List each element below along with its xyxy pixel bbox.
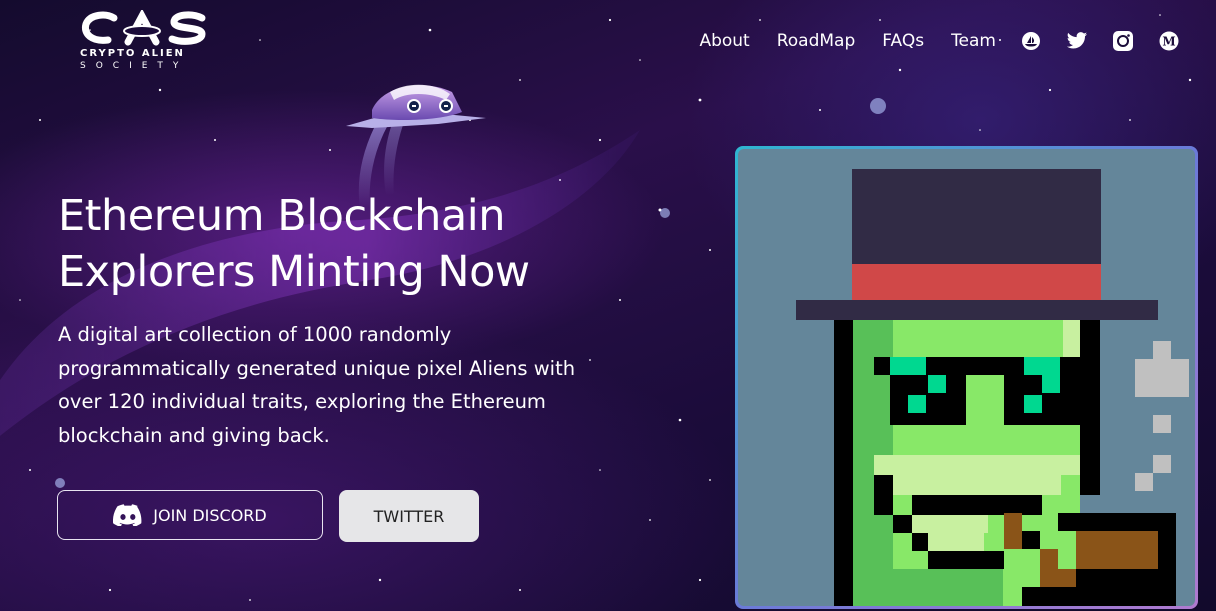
instagram-icon[interactable]	[1112, 30, 1134, 52]
twitter-button[interactable]: TWITTER	[339, 490, 479, 542]
medium-icon[interactable]: M	[1158, 30, 1180, 52]
alien-pixel-art	[738, 149, 1195, 606]
join-discord-label: JOIN DISCORD	[153, 505, 267, 525]
cas-logo-mark	[81, 10, 206, 46]
hero-headline: Ethereum Blockchain Explorers Minting No…	[58, 188, 658, 300]
hero-headline-line2: Explorers Minting Now	[58, 247, 530, 297]
svg-text:M: M	[1162, 35, 1175, 49]
brand-logo[interactable]: CRYPTO ALIEN SOCIETY	[78, 10, 212, 74]
twitter-icon[interactable]	[1066, 30, 1088, 52]
brand-name-line2: SOCIETY	[80, 61, 189, 71]
nav-team[interactable]: Team	[951, 31, 996, 51]
nav-faqs[interactable]: FAQs	[882, 31, 924, 51]
discord-icon	[113, 504, 142, 526]
brand-name-line1: CRYPTO ALIEN	[80, 48, 185, 59]
nav-about[interactable]: About	[699, 31, 749, 51]
featured-nft-card	[735, 146, 1198, 609]
hero-subtitle: A digital art collection of 1000 randoml…	[58, 323, 576, 447]
join-discord-button[interactable]: JOIN DISCORD	[57, 490, 323, 540]
nav-roadmap[interactable]: RoadMap	[777, 31, 856, 51]
twitter-button-label: TWITTER	[373, 506, 445, 526]
hero-headline-line1: Ethereum Blockchain	[58, 191, 505, 241]
main-nav: About RoadMap FAQs Team M	[672, 28, 1180, 54]
opensea-icon[interactable]	[1020, 30, 1042, 52]
